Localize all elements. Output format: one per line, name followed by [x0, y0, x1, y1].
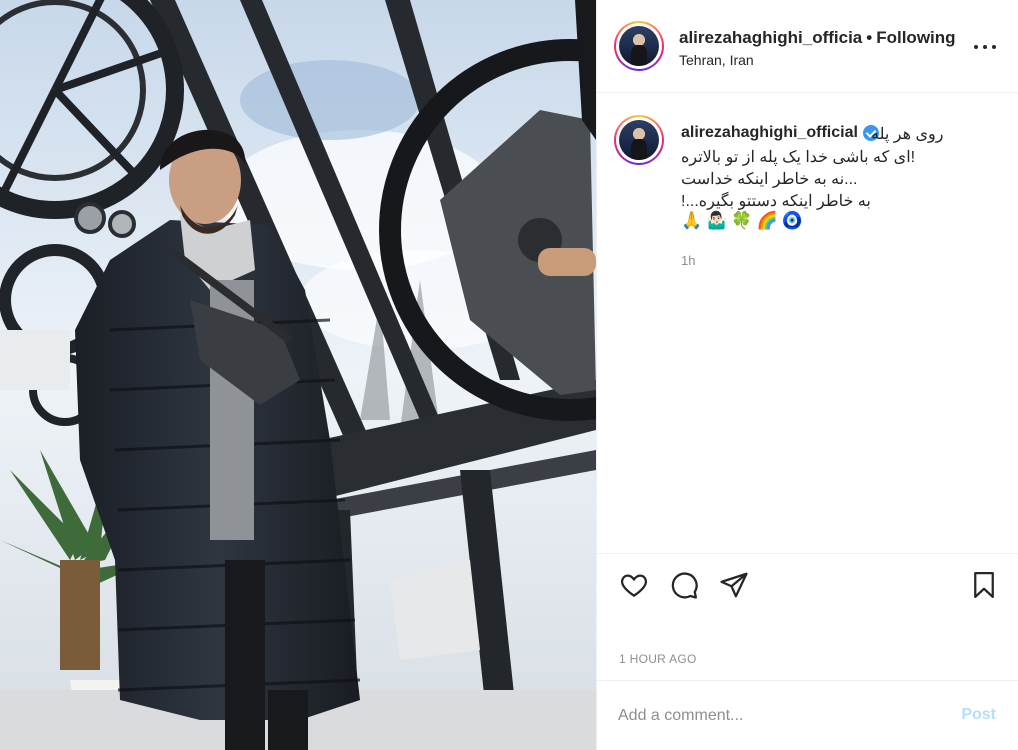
emoji-clover: 🍀 — [731, 211, 753, 230]
caption-username-row: alirezahaghighi_official — [681, 124, 879, 142]
comment-icon[interactable] — [669, 570, 699, 600]
comment-bar: Post — [597, 680, 1018, 750]
post-side-panel: alirezahaghighi_officia • Following Tehran… — [596, 0, 1018, 750]
paper-plane-icon[interactable] — [719, 570, 749, 600]
caption-line-1: روی هر پله — [871, 126, 944, 143]
emoji-pray: 🙏 — [681, 211, 703, 230]
separator-dot: • — [866, 28, 873, 47]
following-button[interactable]: Following — [876, 28, 955, 47]
location-link[interactable]: Tehran, Iran — [679, 52, 754, 68]
caption-area: alirezahaghighi_official روی هر پله !ای … — [597, 93, 1018, 553]
emoji-nazar: 🧿 — [781, 211, 803, 230]
caption-line-2: !ای که باشی خدا یک پله از تو بالاتره — [681, 149, 916, 166]
caption-line-4: به خاطر اینکه دستتو بگیره...! — [681, 193, 871, 210]
post-photo[interactable] — [0, 0, 596, 750]
avatar[interactable] — [614, 21, 664, 71]
caption-emojis: 🙏 🤷🏻‍♂️ 🍀 🌈 🧿 — [681, 211, 803, 231]
bookmark-icon[interactable] — [969, 570, 999, 600]
post-header: alirezahaghighi_officia • Following Tehran… — [597, 0, 1018, 93]
emoji-shrug: 🤷🏻‍♂️ — [706, 211, 728, 230]
photo-illustration — [0, 0, 596, 750]
caption-username[interactable]: alirezahaghighi_official — [681, 124, 858, 142]
emoji-rainbow: 🌈 — [756, 211, 778, 230]
username-link[interactable]: alirezahaghighi_officia — [679, 28, 862, 47]
post-header-user: alirezahaghighi_officia • Following — [679, 28, 956, 48]
caption-line-3: ...نه به خاطر اینکه خداست — [681, 171, 858, 188]
post-comment-button[interactable]: Post — [961, 706, 996, 724]
action-bar — [597, 553, 1018, 619]
heart-icon[interactable] — [619, 570, 649, 600]
caption-avatar[interactable] — [614, 115, 664, 165]
more-options-icon[interactable] — [974, 36, 996, 58]
caption-time[interactable]: 1h — [681, 253, 695, 268]
posted-time[interactable]: 1 HOUR AGO — [619, 652, 697, 666]
comment-input[interactable] — [618, 703, 938, 729]
